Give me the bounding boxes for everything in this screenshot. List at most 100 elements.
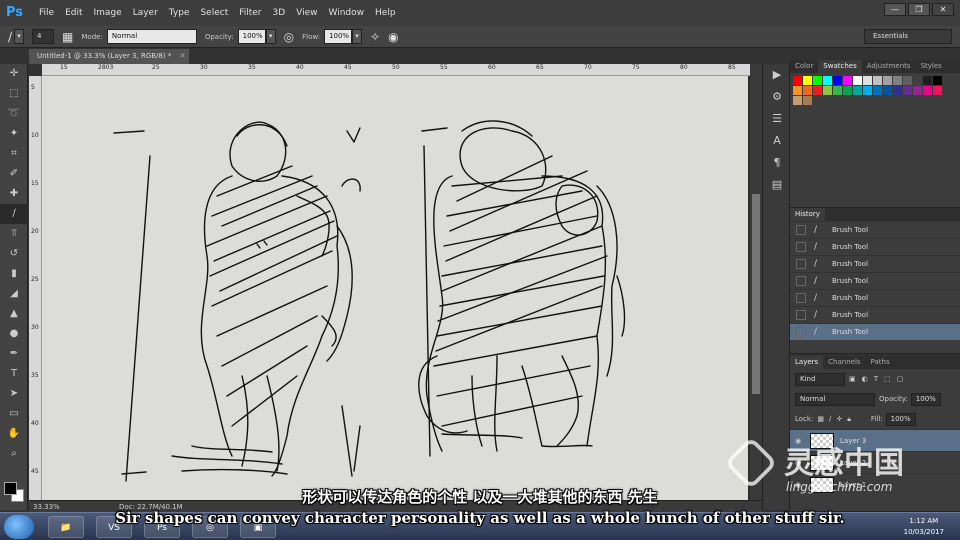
layer-name[interactable]: Layer 1	[840, 481, 866, 489]
color-swatch[interactable]	[873, 86, 882, 95]
menu-window[interactable]: Window	[329, 8, 365, 18]
visibility-eye-icon[interactable]: ◉	[790, 481, 806, 489]
taskbar-app-icon[interactable]: ▣	[240, 516, 276, 538]
color-swatch[interactable]	[793, 96, 802, 105]
close-button[interactable]: ✕	[932, 3, 954, 16]
dodge-tool-icon[interactable]: ●	[0, 324, 28, 344]
eraser-tool-icon[interactable]: ▮	[0, 264, 28, 284]
canvas-vertical-scrollbar[interactable]	[750, 64, 762, 500]
healing-brush-tool-icon[interactable]: ✚	[0, 184, 28, 204]
tab-paths[interactable]: Paths	[866, 356, 895, 369]
brush-size-picker[interactable]: 4	[32, 29, 55, 44]
move-tool-icon[interactable]: ✛	[0, 64, 28, 84]
menu-select[interactable]: Select	[200, 8, 228, 18]
layer-kind-filter[interactable]: Kind	[795, 372, 845, 386]
color-swatch[interactable]	[843, 86, 852, 95]
start-button[interactable]	[4, 515, 34, 539]
history-checkbox[interactable]	[796, 293, 806, 303]
menu-layer[interactable]: Layer	[133, 8, 158, 18]
menu-view[interactable]: View	[296, 8, 317, 18]
color-swatch[interactable]	[813, 86, 822, 95]
mode-select[interactable]: Normal	[106, 29, 197, 44]
menu-file[interactable]: File	[39, 8, 54, 18]
color-swatch[interactable]	[843, 76, 852, 85]
visibility-eye-icon[interactable]: ◉	[790, 437, 806, 445]
layer-comps-icon[interactable]: ▤	[763, 174, 791, 196]
document-canvas[interactable]	[42, 76, 748, 500]
brush-presets-icon[interactable]: ⚙	[763, 86, 791, 108]
filter-type-icon[interactable]: T	[874, 375, 878, 383]
fill-input[interactable]: 100%	[885, 412, 916, 426]
color-swatch[interactable]	[803, 86, 812, 95]
color-swatch[interactable]	[903, 86, 912, 95]
chevron-down-icon[interactable]: ▾	[14, 29, 25, 44]
layer-row-selected[interactable]: ◉ Layer 3	[790, 429, 960, 451]
minimize-button[interactable]: —	[884, 3, 906, 16]
tab-history[interactable]: History	[790, 208, 825, 221]
color-swatch[interactable]	[853, 86, 862, 95]
pressure-size-icon[interactable]: ◉	[388, 30, 398, 44]
color-swatch[interactable]	[903, 76, 912, 85]
lock-position-icon[interactable]: ✛	[836, 415, 842, 423]
document-size[interactable]: Doc: 22.7M/40.1M	[119, 503, 183, 511]
layer-name[interactable]: Layer 3	[840, 437, 866, 445]
history-item[interactable]: ∕ Brush Tool	[790, 221, 960, 238]
taskbar-photoshop-icon[interactable]: Ps	[144, 516, 180, 538]
history-item[interactable]: ∕ Brush Tool	[790, 289, 960, 306]
document-tab[interactable]: Untitled-1 @ 33.3% (Layer 3, RGB/8) * ✕	[29, 49, 189, 64]
lock-all-icon[interactable]: 🔒︎	[847, 415, 851, 424]
type-tool-icon[interactable]: T	[0, 364, 28, 384]
color-swatch[interactable]	[883, 86, 892, 95]
color-swatch[interactable]	[863, 76, 872, 85]
visibility-eye-icon[interactable]: ◉	[790, 459, 806, 467]
path-select-tool-icon[interactable]: ➤	[0, 384, 28, 404]
color-swatch[interactable]	[923, 86, 932, 95]
color-swatch[interactable]	[883, 76, 892, 85]
color-swatch[interactable]	[913, 86, 922, 95]
menu-filter[interactable]: Filter	[239, 8, 261, 18]
color-swatch[interactable]	[823, 86, 832, 95]
menu-image[interactable]: Image	[94, 8, 122, 18]
color-swatch[interactable]	[893, 76, 902, 85]
menu-help[interactable]: Help	[375, 8, 396, 18]
menu-3d[interactable]: 3D	[273, 8, 286, 18]
history-item-selected[interactable]: ∕ Brush Tool	[790, 323, 960, 340]
color-swatch[interactable]	[833, 76, 842, 85]
taskbar-explorer-icon[interactable]: 📁	[48, 516, 84, 538]
brush-tool-icon[interactable]: ∕	[0, 204, 28, 224]
properties-sliders-icon[interactable]: ☰	[763, 108, 791, 130]
tab-channels[interactable]: Channels	[823, 356, 865, 369]
pressure-opacity-icon[interactable]: ◎	[284, 30, 294, 44]
history-item[interactable]: ∕ Brush Tool	[790, 238, 960, 255]
color-swatch[interactable]	[793, 76, 802, 85]
history-item[interactable]: ∕ Brush Tool	[790, 272, 960, 289]
foreground-color-swatch[interactable]	[4, 482, 17, 495]
pen-tool-icon[interactable]: ✒	[0, 344, 28, 364]
brush-panel-toggle-icon[interactable]: ▦	[62, 30, 73, 44]
color-swatch[interactable]	[863, 86, 872, 95]
color-swatch[interactable]	[803, 96, 812, 105]
color-swatch[interactable]	[833, 86, 842, 95]
history-checkbox[interactable]	[796, 276, 806, 286]
close-tab-icon[interactable]: ✕	[180, 52, 186, 60]
color-swatch[interactable]	[813, 76, 822, 85]
workspace-switcher[interactable]: Essentials	[864, 29, 952, 44]
layer-opacity-input[interactable]: 100%	[910, 392, 941, 406]
quick-select-tool-icon[interactable]: ✦	[0, 124, 28, 144]
blend-mode-select[interactable]: Normal	[795, 392, 875, 406]
history-brush-tool-icon[interactable]: ↺	[0, 244, 28, 264]
taskbar-visual-studio-icon[interactable]: VS	[96, 516, 132, 538]
history-item[interactable]: ∕ Brush Tool	[790, 306, 960, 323]
lock-pixels-icon[interactable]: ∕	[829, 415, 831, 423]
hand-tool-icon[interactable]: ✋	[0, 424, 28, 444]
filter-smart-object-icon[interactable]: ▢	[897, 375, 904, 383]
color-swatch[interactable]	[893, 86, 902, 95]
color-swatch[interactable]	[913, 76, 922, 85]
color-swatch[interactable]	[803, 76, 812, 85]
color-swatch[interactable]	[933, 76, 942, 85]
color-swatch[interactable]	[823, 76, 832, 85]
tab-swatches[interactable]: Swatches	[818, 60, 862, 73]
history-checkbox[interactable]	[796, 259, 806, 269]
clone-stamp-tool-icon[interactable]: ⫪	[0, 224, 28, 244]
character-icon[interactable]: A	[763, 130, 791, 152]
